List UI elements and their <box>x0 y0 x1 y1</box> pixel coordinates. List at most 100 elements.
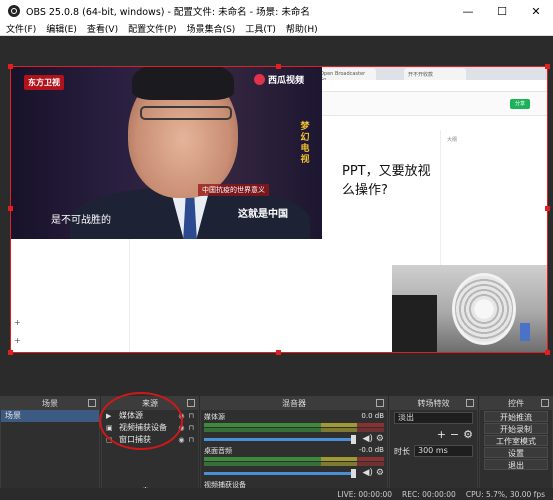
resize-handle[interactable] <box>545 206 550 211</box>
brand-logo: 西瓜视频 <box>254 73 304 86</box>
hair-shape <box>132 66 234 100</box>
float-dock-icon[interactable] <box>376 399 384 407</box>
add-icon[interactable]: + <box>437 428 446 441</box>
gear-icon[interactable]: ⚙ <box>376 434 384 444</box>
webcam-shadow <box>392 295 437 352</box>
menu-file[interactable]: 文件(F) <box>6 22 36 35</box>
remove-icon[interactable]: − <box>450 428 459 441</box>
sources-dock: 来源 ▶ 媒体源 ◉⊓ ▣ 视频捕获设备 ◉⊓ ▢ 窗口捕获 ◉⊓ +−⚙∧∨ <box>101 396 199 500</box>
blue-object-shape <box>520 323 530 341</box>
resize-handle[interactable] <box>545 350 550 355</box>
channel-db: -0.0 dB <box>358 446 384 454</box>
settings-button[interactable]: 设置 <box>484 447 548 458</box>
source-item[interactable]: ▣ 视频捕获设备 ◉ ⊓ <box>102 422 198 434</box>
eye-icon[interactable]: ◉ <box>178 410 184 422</box>
doc-line: PPT，又要放视 <box>342 164 431 179</box>
float-dock-icon[interactable] <box>88 399 96 407</box>
source-label: 媒体源 <box>119 411 143 420</box>
brand-name: 西瓜视频 <box>268 76 305 86</box>
volume-meter <box>204 462 384 466</box>
scenes-dock: 场景 场景 +−∧∨ <box>0 396 100 500</box>
doc-line: 么操作? <box>342 183 388 198</box>
menu-bar: 文件(F) 编辑(E) 查看(V) 配置文件(P) 场景集合(S) 工具(T) … <box>0 22 553 36</box>
studio-mode-button[interactable]: 工作室模式 <box>484 435 548 446</box>
source-item[interactable]: ▶ 媒体源 ◉ ⊓ <box>102 410 198 422</box>
slider-handle[interactable] <box>351 434 357 444</box>
scene-label: 场景 <box>5 411 21 420</box>
window-title: OBS 25.0.8 (64-bit, windows) - 配置文件: 未命名… <box>26 7 310 18</box>
transitions-title: 转场特效 <box>417 399 450 408</box>
volume-meter <box>204 428 384 432</box>
play-icon: ▶ <box>106 412 112 420</box>
mixer-channel: 桌面音频 -0.0 dB ◀) ⚙ <box>201 446 387 478</box>
video-caption: 是不可战胜的 <box>51 215 111 226</box>
resize-handle[interactable] <box>8 350 13 355</box>
duration-input[interactable]: 300 ms <box>414 445 473 457</box>
plus-icon[interactable]: + <box>14 336 21 345</box>
obs-logo-icon <box>8 5 20 17</box>
browser-tab[interactable]: Open Broadcaster So... <box>316 68 376 83</box>
media-source-video: 东方卫视 西瓜视频 梦幻电视 中国抗疫的世界意义 这就是中国 是不可战胜的 <box>10 66 322 239</box>
channel-logo: 东方卫视 <box>24 75 64 90</box>
start-recording-button[interactable]: 开始录制 <box>484 423 548 434</box>
speaker-icon[interactable]: ◀) <box>362 434 372 444</box>
lower-third-subtitle: 中国抗疫的世界意义 <box>198 184 269 196</box>
channel-db: 0.0 dB <box>361 412 384 420</box>
menu-scene-collection[interactable]: 场景集合(S) <box>187 22 236 35</box>
fan-hub-shape <box>474 299 494 319</box>
gear-icon[interactable]: ⚙ <box>463 428 473 441</box>
start-streaming-button[interactable]: 开始推流 <box>484 411 548 422</box>
vertical-logo: 梦幻电视 <box>300 122 310 165</box>
menu-edit[interactable]: 编辑(E) <box>46 22 77 35</box>
lock-icon[interactable]: ⊓ <box>189 410 194 422</box>
eye-icon[interactable]: ◉ <box>178 422 184 434</box>
eye-icon[interactable]: ◉ <box>178 434 184 446</box>
volume-meter <box>204 423 384 427</box>
scenes-title: 场景 <box>42 399 58 408</box>
resize-handle[interactable] <box>8 64 13 69</box>
float-dock-icon[interactable] <box>187 399 195 407</box>
menu-tools[interactable]: 工具(T) <box>245 22 276 35</box>
transitions-dock: 转场特效 淡出 + − ⚙ 时长 300 ms <box>389 396 478 500</box>
gear-icon[interactable]: ⚙ <box>376 468 384 478</box>
plus-icon[interactable]: + <box>14 318 21 327</box>
close-button[interactable]: ✕ <box>519 0 553 22</box>
transition-select[interactable]: 淡出 <box>394 412 473 424</box>
video-capture-webcam <box>392 265 548 352</box>
mixer-dock: 混音器 媒体源 0.0 dB ◀) ⚙ 桌面音频 -0.0 dB ◀) ⚙ 视频捕获设备 <box>200 396 388 500</box>
lock-icon[interactable]: ⊓ <box>189 422 194 434</box>
browser-tab[interactable]: 开不开收款 <box>404 68 466 80</box>
volume-slider[interactable] <box>204 434 357 444</box>
menu-help[interactable]: 帮助(H) <box>286 22 318 35</box>
share-button[interactable]: 分享 <box>510 99 530 109</box>
lock-icon[interactable]: ⊓ <box>189 434 194 446</box>
menu-view[interactable]: 查看(V) <box>87 22 118 35</box>
scene-item[interactable]: 场景 <box>1 410 99 422</box>
glasses-shape <box>140 106 232 120</box>
document-text: PPT，又要放视 么操作? <box>342 162 431 200</box>
maximize-button[interactable]: ☐ <box>485 0 519 22</box>
channel-name: 媒体源 <box>204 413 225 421</box>
source-label: 窗口捕获 <box>119 435 151 444</box>
lower-third-title: 这就是中国 <box>238 209 288 220</box>
volume-slider[interactable] <box>204 468 357 478</box>
speaker-icon[interactable]: ◀) <box>362 468 372 478</box>
exit-button[interactable]: 退出 <box>484 459 548 470</box>
resize-handle[interactable] <box>276 64 281 69</box>
xigua-icon <box>254 74 265 85</box>
controls-dock: 控件 开始推流 开始录制 工作室模式 设置 退出 <box>479 396 553 500</box>
resize-handle[interactable] <box>276 350 281 355</box>
float-dock-icon[interactable] <box>466 399 474 407</box>
doc-left-pane: + + <box>10 236 130 352</box>
minimize-button[interactable]: — <box>451 0 485 22</box>
channel-name: 桌面音频 <box>204 447 232 455</box>
resize-handle[interactable] <box>8 206 13 211</box>
transitions-dock-header: 转场特效 <box>390 397 477 410</box>
float-dock-icon[interactable] <box>541 399 549 407</box>
source-item[interactable]: ▢ 窗口捕获 ◉ ⊓ <box>102 434 198 446</box>
duration-label: 时长 <box>394 446 410 456</box>
menu-profile[interactable]: 配置文件(P) <box>128 22 176 35</box>
slider-handle[interactable] <box>351 468 357 478</box>
browser-toolbar <box>310 80 548 92</box>
resize-handle[interactable] <box>545 64 550 69</box>
